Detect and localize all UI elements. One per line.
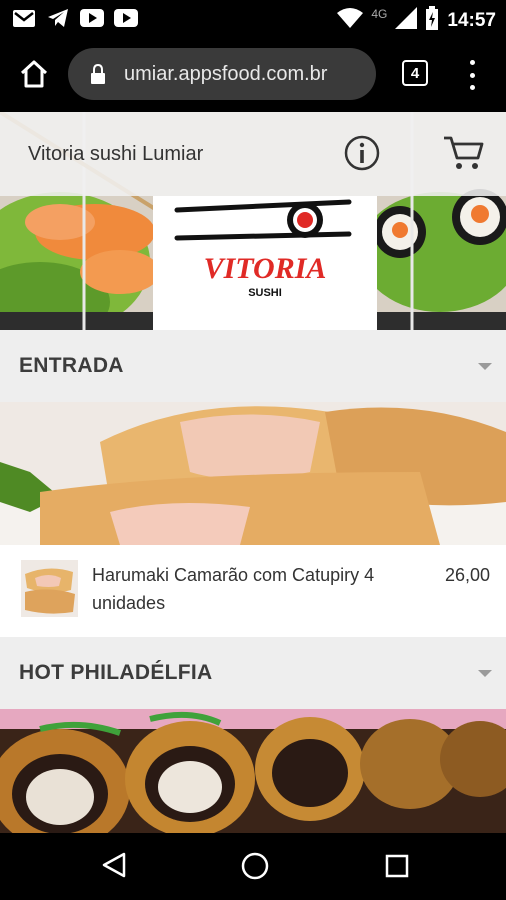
status-bar: 4G 14:57: [0, 0, 506, 36]
browser-toolbar: umiar.appsfood.com.br 4: [0, 36, 506, 112]
info-button[interactable]: [344, 135, 380, 171]
recent-apps-button[interactable]: [385, 854, 409, 883]
square-recents-icon: [385, 854, 409, 878]
back-icon: [102, 852, 126, 878]
cart-button[interactable]: [442, 134, 484, 172]
svg-text:SUSHI: SUSHI: [248, 287, 282, 299]
spring-roll-image: [0, 402, 506, 545]
store-logo: VITORIA SUSHI: [153, 196, 377, 330]
tab-switcher-button[interactable]: 4: [402, 60, 428, 86]
hot-roll-image: [0, 709, 506, 833]
url-text: umiar.appsfood.com.br: [124, 63, 328, 85]
clock: 14:57: [447, 9, 496, 31]
signal-icon: [395, 7, 418, 34]
home-nav-button[interactable]: [241, 852, 269, 885]
chevron-down-icon: [478, 670, 492, 677]
address-bar[interactable]: umiar.appsfood.com.br: [68, 48, 376, 100]
cart-icon: [444, 136, 484, 169]
back-button[interactable]: [100, 851, 128, 884]
telegram-icon: [46, 7, 70, 29]
home-icon: [20, 60, 48, 88]
section-banner-entrada: [0, 402, 506, 545]
youtube-icon: [80, 7, 104, 29]
section-banner-hot-philadelfia: [0, 709, 506, 833]
gmail-icon: [12, 7, 36, 29]
home-button[interactable]: [18, 58, 50, 90]
section-header-hot-philadelfia[interactable]: HOT PHILADÉLFIA: [0, 637, 506, 709]
youtube-icon: [114, 7, 138, 29]
battery-icon: [425, 6, 439, 35]
section-header-entrada[interactable]: ENTRADA: [0, 330, 506, 402]
circle-home-icon: [241, 852, 269, 880]
menu-item[interactable]: Harumaki Camarão com Catupiry 4 unidades…: [0, 545, 506, 635]
section-title: ENTRADA: [19, 354, 124, 377]
chevron-down-icon: [478, 363, 492, 370]
store-header: Vitoria sushi Lumiar: [0, 112, 506, 196]
item-thumbnail: [21, 560, 78, 617]
section-title: HOT PHILADÉLFIA: [19, 661, 213, 684]
network-type: 4G: [371, 6, 388, 21]
wifi-icon: [337, 8, 364, 33]
store-hero: Vitoria sushi Lumiar VITORIA SUSHI: [0, 112, 506, 330]
svg-text:VITORIA: VITORIA: [204, 252, 327, 285]
system-nav-bar: [0, 833, 506, 900]
lock-icon: [90, 63, 106, 89]
store-name: Vitoria sushi Lumiar: [28, 143, 204, 165]
item-name: Harumaki Camarão com Catupiry 4 unidades: [92, 565, 375, 613]
overflow-menu-button[interactable]: [462, 60, 482, 90]
info-icon: [344, 135, 380, 171]
item-price: 26,00: [444, 565, 490, 585]
